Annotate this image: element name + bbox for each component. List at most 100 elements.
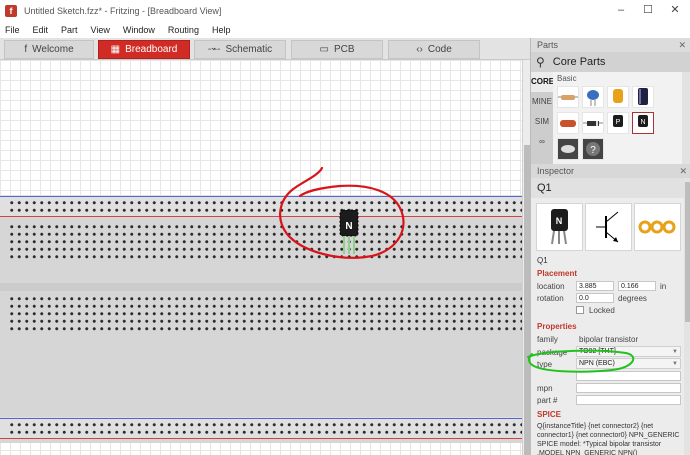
inspector-panel: Q1 N Q1 Placement location 3.885 0.166 i… (531, 178, 684, 455)
pnp-transistor-part[interactable]: P (607, 112, 629, 134)
mpn-input[interactable] (576, 383, 681, 393)
blank-property-input[interactable] (576, 371, 681, 381)
type-select[interactable]: NPN (EBC) ▼ (576, 358, 681, 369)
package-select[interactable]: TO92 [THT] ▼ (576, 346, 681, 357)
menu-file[interactable]: File (5, 25, 20, 35)
view-tab-bar: f Welcome ▦ Breadboard -⌁- Schematic ▭ P… (0, 38, 530, 60)
close-icon[interactable]: ✕ (678, 38, 686, 52)
parts-bin-tabs: CORE MINE SIM ∞ (531, 72, 554, 164)
package-value: TO92 [THT] (579, 348, 616, 355)
pcb-icon: ▭ (319, 44, 329, 55)
transistor-letter: N (345, 221, 352, 232)
part-images: N (536, 203, 681, 251)
parts-scrollbar[interactable] (682, 72, 690, 164)
schematic-image-icon (585, 203, 632, 251)
part-number-input[interactable] (576, 395, 681, 405)
tab-pcb[interactable]: ▭ PCB (291, 40, 383, 59)
inspector-scrollbar[interactable] (684, 178, 690, 455)
tab-label: Schematic (225, 44, 273, 55)
parts-grid: Basic P N ? (553, 72, 690, 164)
npn-transistor-part-bin[interactable]: N (632, 112, 654, 134)
part-title[interactable]: Q1 (531, 178, 684, 198)
schematic-icon: -⌁- (207, 44, 221, 55)
spice-header: SPICE (537, 410, 562, 419)
npn-transistor-part[interactable]: N (332, 207, 364, 269)
bin-core[interactable]: CORE (531, 72, 554, 92)
tab-code[interactable]: ‹› Code (388, 40, 480, 59)
menu-window[interactable]: Window (123, 25, 155, 35)
bin-mine[interactable]: MINE (531, 92, 553, 112)
rotation-unit: degrees (618, 294, 647, 303)
fritzing-f-icon: f (24, 44, 28, 55)
menu-bar: File Edit Part View Window Routing Help (0, 21, 690, 38)
scrollbar-thumb[interactable] (685, 182, 690, 322)
chevron-down-icon: ▼ (672, 349, 678, 355)
svg-text:N: N (556, 216, 563, 226)
placement-header: Placement (537, 269, 578, 278)
inspector-dock-title: Inspector ✕ (531, 164, 690, 178)
maximize-button[interactable]: ☐ (637, 2, 659, 18)
tab-breadboard[interactable]: ▦ Breadboard (98, 40, 190, 59)
mystery-part-1[interactable] (557, 138, 579, 160)
inductor-part[interactable] (557, 112, 579, 134)
location-x-input[interactable]: 3.885 (576, 281, 614, 291)
menu-help[interactable]: Help (212, 25, 231, 35)
section-basic: Basic (557, 74, 577, 83)
svg-text:P: P (616, 119, 621, 126)
canvas-vertical-scrollbar[interactable] (522, 60, 530, 455)
location-unit[interactable]: in (660, 282, 666, 291)
svg-text:?: ? (590, 145, 596, 156)
inspector-title: Inspector (537, 166, 575, 176)
type-value: NPN (EBC) (579, 360, 615, 367)
part-number-label: part # (537, 396, 558, 405)
bottom-red-line (0, 438, 522, 439)
spice-text: Q{instanceTitle} {net connector2} {net c… (537, 423, 680, 455)
center-channel (0, 283, 522, 291)
package-label: package (537, 348, 568, 357)
close-button[interactable]: ✕ (664, 2, 686, 18)
bin-sim[interactable]: SIM (531, 112, 553, 132)
ceramic-capacitor-part[interactable] (582, 86, 604, 108)
breadboard-image-icon: N (536, 203, 583, 251)
menu-part[interactable]: Part (61, 25, 78, 35)
diode-part[interactable] (582, 112, 604, 134)
bottom-rail-holes (8, 421, 522, 435)
family-value: bipolar transistor (579, 335, 639, 344)
title-bar: f Untitled Sketch.fzz* - Fritzing - [Bre… (0, 0, 690, 21)
electrolytic-capacitor-part[interactable] (632, 86, 654, 108)
rotation-input[interactable]: 0.0 (576, 293, 614, 303)
lower-terminal-holes (8, 295, 522, 333)
code-icon: ‹› (416, 44, 423, 55)
bin-more-icon[interactable]: ∞ (531, 132, 553, 152)
parts-bin-title: Core Parts (552, 56, 606, 68)
minimize-button[interactable]: – (610, 2, 632, 18)
menu-edit[interactable]: Edit (33, 25, 49, 35)
breadboard-icon: ▦ (110, 44, 121, 55)
breadboard-canvas[interactable]: N (0, 60, 522, 455)
pcb-image-icon (634, 203, 681, 251)
bottom-blue-line (0, 418, 522, 419)
tab-schematic[interactable]: -⌁- Schematic (194, 40, 286, 59)
parts-dock-title: Parts ✕ (531, 38, 690, 52)
menu-routing[interactable]: Routing (168, 25, 199, 35)
location-y-input[interactable]: 0.166 (618, 281, 656, 291)
locked-checkbox[interactable] (576, 306, 584, 314)
tantalum-capacitor-part[interactable] (607, 86, 629, 108)
mystery-part-help-icon[interactable]: ? (582, 138, 604, 160)
close-icon[interactable]: ✕ (679, 164, 687, 178)
instance-title[interactable]: Q1 (537, 256, 548, 265)
top-blue-line (0, 196, 522, 197)
parts-search-bar[interactable]: ⚲ Core Parts (531, 52, 690, 72)
tab-label: Code (427, 44, 452, 55)
search-icon[interactable]: ⚲ (536, 55, 545, 69)
menu-view[interactable]: View (91, 25, 110, 35)
breadboard[interactable] (0, 195, 522, 443)
resistor-part[interactable] (557, 86, 579, 108)
tab-label: PCB (333, 44, 355, 55)
tab-welcome[interactable]: f Welcome (4, 40, 94, 59)
top-red-line (0, 216, 522, 217)
location-label: location (537, 282, 565, 291)
upper-terminal-holes (8, 223, 522, 261)
parts-title: Parts (537, 40, 559, 50)
tab-label: Welcome (32, 44, 74, 55)
